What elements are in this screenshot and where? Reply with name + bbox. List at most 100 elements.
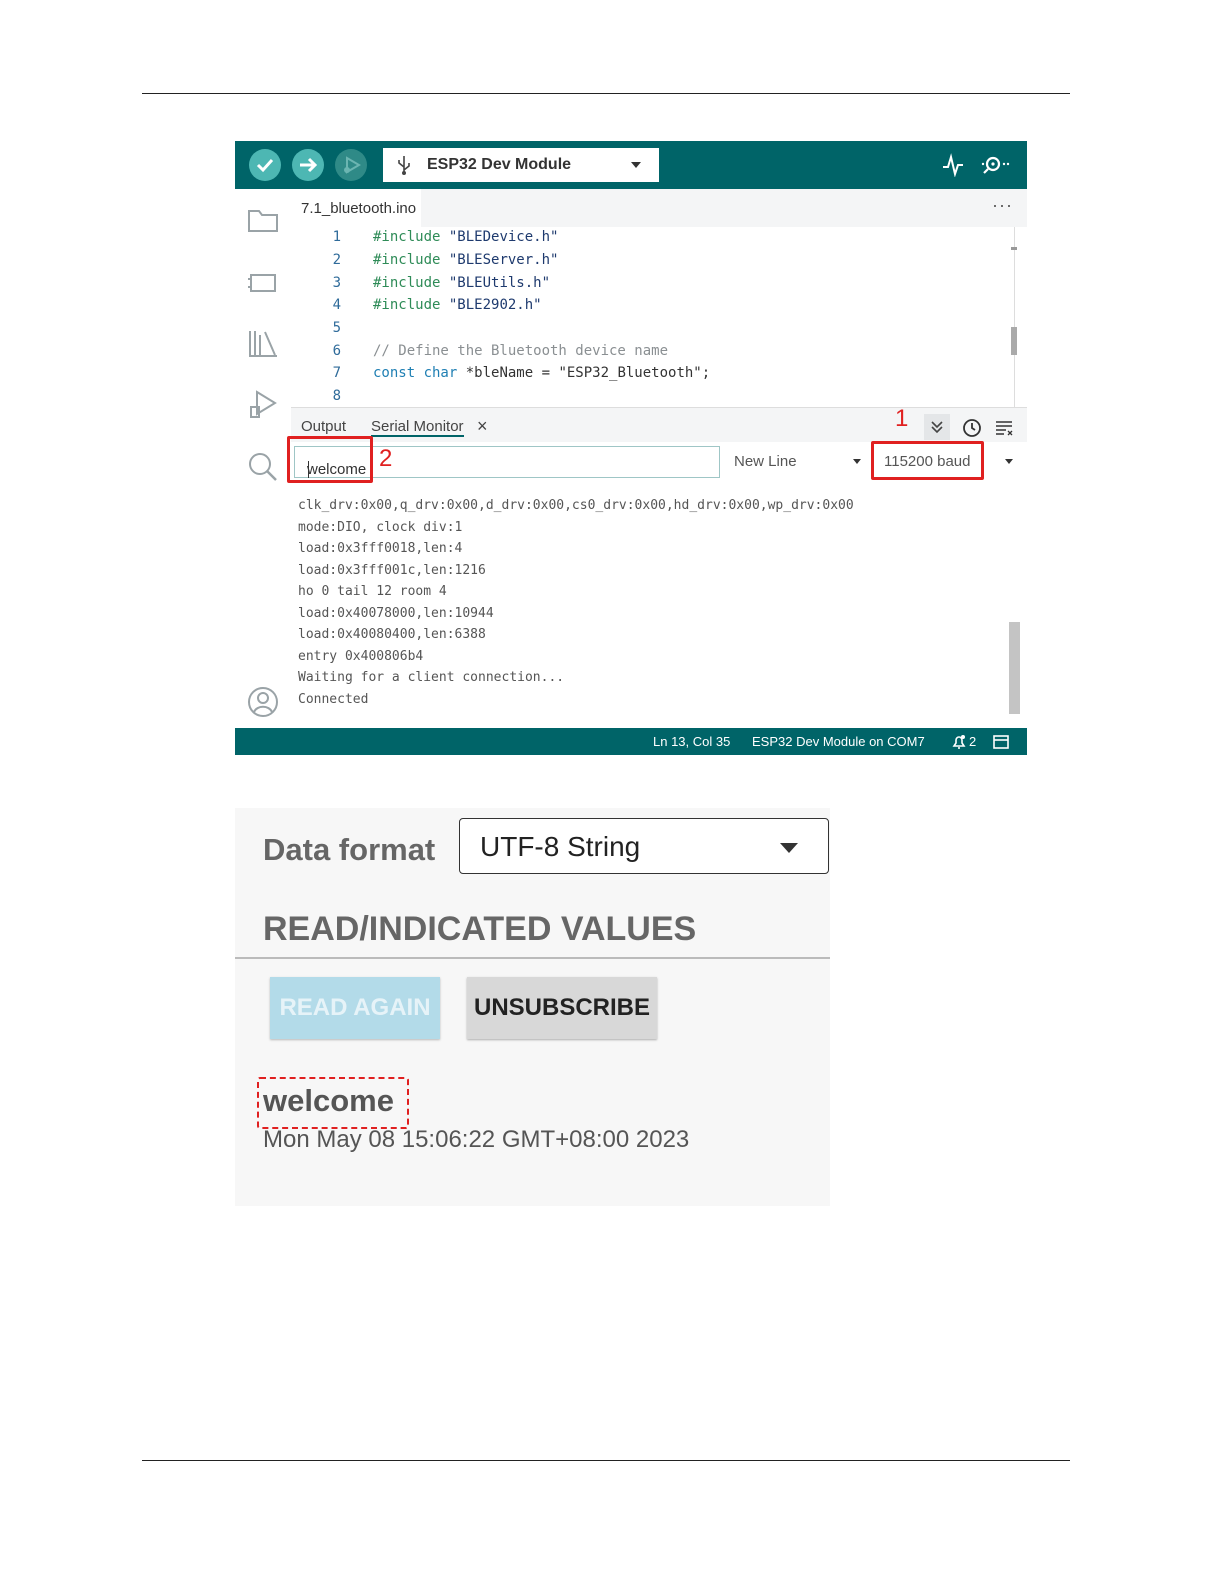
code-text: *bleName = "ESP32_Bluetooth"; xyxy=(457,365,711,381)
serial-monitor-icon[interactable] xyxy=(979,153,1013,177)
line-number: 3 xyxy=(332,275,341,291)
debug-sidebar-icon[interactable] xyxy=(247,389,279,419)
bottom-panel-tabs: Output Serial Monitor × xyxy=(291,407,1027,442)
code-line: 7 const char *bleName = "ESP32_Bluetooth"… xyxy=(291,365,991,387)
serial-line: clk_drv:0x00,q_drv:0x00,d_drv:0x00,cs0_d… xyxy=(298,498,854,513)
upload-button[interactable] xyxy=(292,149,324,181)
serial-line: load:0x40080400,len:6388 xyxy=(298,627,486,642)
tab-output[interactable]: Output xyxy=(301,418,346,435)
bell-icon[interactable] xyxy=(951,734,967,750)
serial-line: load:0x3fff001c,len:1216 xyxy=(298,563,486,578)
code-editor[interactable]: 1 #include "BLEDevice.h" 2 #include "BLESe… xyxy=(291,227,1027,407)
code-keyword: #include xyxy=(373,275,441,291)
code-keyword: #include xyxy=(373,229,441,245)
account-icon[interactable] xyxy=(247,686,279,718)
debug-button[interactable] xyxy=(335,149,367,181)
data-format-select[interactable]: UTF-8 String xyxy=(459,818,829,874)
serial-scrollbar[interactable] xyxy=(1009,622,1020,714)
chevron-down-icon xyxy=(1005,459,1013,464)
serial-line-cut: ··············· · ········· xyxy=(298,484,517,489)
line-number: 6 xyxy=(332,343,341,359)
board-selector[interactable]: ESP32 Dev Module xyxy=(383,148,659,182)
library-manager-icon[interactable] xyxy=(247,328,279,358)
code-text: "BLEServer.h" xyxy=(440,252,559,268)
page-bottom-rule xyxy=(142,1460,1070,1461)
serial-output[interactable]: ··············· · ········· clk_drv:0x00… xyxy=(291,484,1027,728)
line-number: 4 xyxy=(332,297,341,313)
ide-sidebar xyxy=(235,189,291,728)
serial-line: Waiting for a client connection... xyxy=(298,670,565,685)
received-value: welcome xyxy=(263,1083,394,1118)
notification-count: 2 xyxy=(969,734,977,749)
serial-line: entry 0x400806b4 xyxy=(298,649,424,664)
data-format-label: Data format xyxy=(263,832,436,867)
section-divider xyxy=(235,957,830,959)
serial-line: Connected xyxy=(298,692,369,707)
chevron-down-icon xyxy=(631,162,641,168)
code-text: "BLEUtils.h" xyxy=(440,275,551,291)
highlight-box-message-input xyxy=(287,436,373,483)
panel-toggle-icon[interactable] xyxy=(993,734,1009,750)
page-top-rule xyxy=(142,93,1070,94)
double-chevron-down-icon xyxy=(931,421,943,434)
code-line: 6 // Define the Bluetooth device name xyxy=(291,343,991,365)
chevron-down-icon xyxy=(853,459,861,464)
debug-icon xyxy=(335,149,367,181)
board-manager-icon[interactable] xyxy=(247,269,279,295)
cursor-position[interactable]: Ln 13, Col 35 xyxy=(653,734,730,749)
check-icon xyxy=(249,149,281,181)
line-ending-value: New Line xyxy=(734,453,797,470)
line-number: 7 xyxy=(332,365,341,381)
file-tab[interactable]: 7.1_bluetooth.ino xyxy=(291,189,421,227)
annotation-number-1: 1 xyxy=(895,405,909,432)
serial-line: mode:DIO, clock div:1 xyxy=(298,520,463,535)
autoscroll-button[interactable] xyxy=(924,414,950,440)
code-text: "BLE2902.h" xyxy=(440,297,542,313)
code-keyword: #include xyxy=(373,297,441,313)
serial-line: load:0x3fff0018,len:4 xyxy=(298,541,463,556)
code-line: 4 #include "BLE2902.h" xyxy=(291,297,991,319)
folder-icon[interactable] xyxy=(247,207,279,233)
line-ending-select[interactable]: New Line xyxy=(727,446,869,478)
tab-serial-monitor[interactable]: Serial Monitor xyxy=(371,418,464,437)
timestamp-toggle[interactable] xyxy=(959,414,985,440)
code-line: 5 xyxy=(291,320,991,342)
clear-output-button[interactable] xyxy=(991,414,1017,440)
serial-line: load:0x40078000,len:10944 xyxy=(298,606,494,621)
clear-list-icon xyxy=(996,421,1013,436)
clock-icon xyxy=(963,419,981,437)
usb-icon xyxy=(398,156,410,175)
read-again-button[interactable]: READ AGAIN xyxy=(270,977,440,1039)
line-number: 5 xyxy=(332,320,341,336)
code-text: "BLEDevice.h" xyxy=(440,229,559,245)
verify-button[interactable] xyxy=(249,149,281,181)
board-port-status[interactable]: ESP32 Dev Module on COM7 xyxy=(752,734,925,749)
line-number: 1 xyxy=(332,229,341,245)
highlight-box-baud xyxy=(871,441,984,480)
serial-plotter-icon[interactable] xyxy=(941,153,965,177)
section-title: READ/INDICATED VALUES xyxy=(263,910,697,948)
code-line: 1 #include "BLEDevice.h" xyxy=(291,229,991,251)
code-comment: // Define the Bluetooth device name xyxy=(373,343,669,359)
line-number: 2 xyxy=(332,252,341,268)
unsubscribe-button[interactable]: UNSUBSCRIBE xyxy=(467,977,657,1039)
arduino-ide-window: ESP32 Dev Module 7.1_bluetooth.ino ··· 1… xyxy=(235,141,1027,755)
chevron-down-icon xyxy=(780,843,798,853)
ide-toolbar: ESP32 Dev Module xyxy=(235,141,1027,189)
code-line: 3 #include "BLEUtils.h" xyxy=(291,275,991,297)
ble-app-panel: Data format UTF-8 String READ/INDICATED … xyxy=(235,808,830,1206)
read-again-label: READ AGAIN xyxy=(279,994,431,1021)
code-line: 2 #include "BLEServer.h" xyxy=(291,252,991,274)
serial-line: ho 0 tail 12 room 4 xyxy=(298,584,447,599)
code-keyword: #include xyxy=(373,252,441,268)
unsubscribe-label: UNSUBSCRIBE xyxy=(473,994,650,1021)
more-menu-button[interactable]: ··· xyxy=(992,195,1013,216)
line-number: 8 xyxy=(332,388,341,404)
code-keyword: const char xyxy=(373,365,458,381)
file-tab-label: 7.1_bluetooth.ino xyxy=(301,200,417,217)
board-name: ESP32 Dev Module xyxy=(427,156,572,173)
close-icon[interactable]: × xyxy=(477,416,488,437)
data-format-value: UTF-8 String xyxy=(480,831,641,862)
editor-scrollbar[interactable] xyxy=(1011,227,1017,407)
search-icon[interactable] xyxy=(247,451,279,483)
